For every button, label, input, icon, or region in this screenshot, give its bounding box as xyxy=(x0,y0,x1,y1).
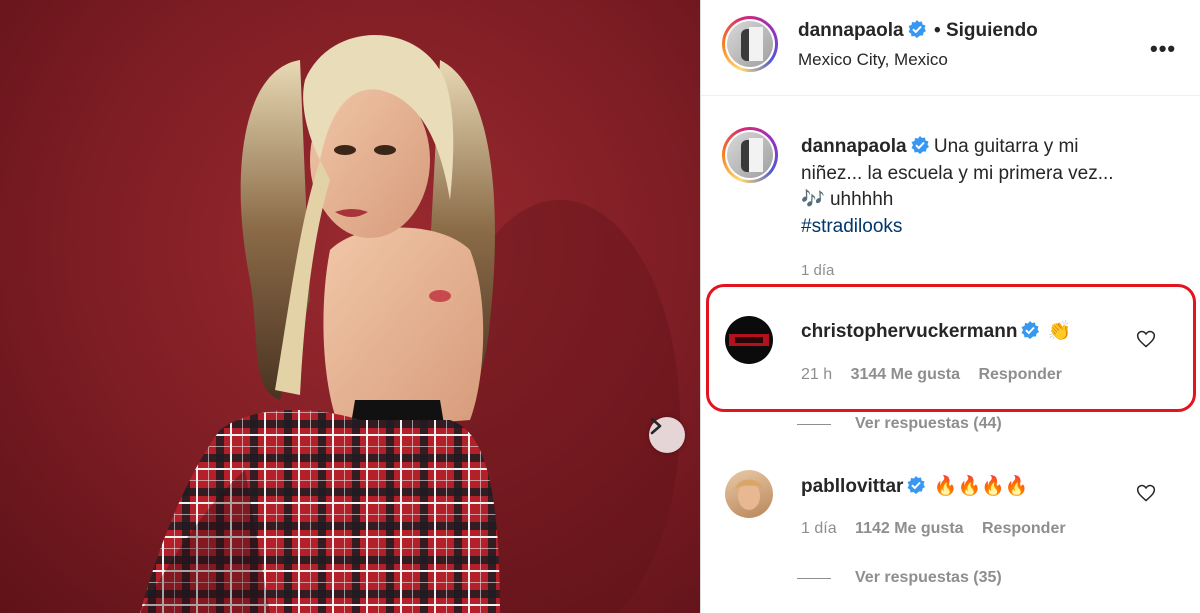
photo-illustration xyxy=(140,35,680,613)
caption-line-3: uhhhhh xyxy=(829,189,894,210)
caption-line-1: Una guitarra y mi xyxy=(933,136,1079,157)
comment-likes[interactable]: 1142 Me gusta xyxy=(855,520,964,537)
hashtag-link[interactable]: #stradilooks xyxy=(801,216,902,237)
post-photo[interactable] xyxy=(0,0,700,613)
reply-button[interactable]: Responder xyxy=(982,520,1066,537)
verified-badge-icon xyxy=(908,20,926,38)
comment-body: pabllovittar 🔥🔥🔥🔥 xyxy=(801,474,1029,498)
comment-username[interactable]: pabllovittar xyxy=(801,476,903,497)
post-header: dannapaola • Siguiendo Mexico City, Mexi… xyxy=(701,0,1200,96)
view-replies-button[interactable]: Ver respuestas (35) xyxy=(797,569,1002,587)
post-timestamp[interactable]: 1 día xyxy=(801,262,834,279)
view-replies-label: Ver respuestas (44) xyxy=(855,415,1002,432)
comment-avatar[interactable] xyxy=(725,470,773,518)
more-options-icon[interactable]: ••• xyxy=(1150,36,1176,62)
post-location[interactable]: Mexico City, Mexico xyxy=(798,50,948,70)
view-replies-label: Ver respuestas (35) xyxy=(855,569,1002,586)
caption-author-avatar[interactable] xyxy=(722,127,778,183)
follow-status-button[interactable]: • Siguiendo xyxy=(934,20,1038,41)
replies-divider xyxy=(797,423,831,425)
verified-badge-icon xyxy=(911,136,929,154)
post-caption: dannapaola Una guitarra y mi niñez... la… xyxy=(801,134,1161,240)
fire-emoji: 🔥🔥🔥🔥 xyxy=(933,476,1029,497)
heart-icon[interactable] xyxy=(1136,483,1156,503)
author-avatar[interactable] xyxy=(722,16,778,72)
replies-divider xyxy=(797,577,831,579)
author-username[interactable]: dannapaola xyxy=(798,20,904,41)
caption-author-username[interactable]: dannapaola xyxy=(801,136,907,157)
music-notes-emoji: 🎶 xyxy=(801,189,825,210)
verified-badge-icon xyxy=(907,476,926,494)
view-replies-button[interactable]: Ver respuestas (44) xyxy=(797,415,1002,433)
highlight-annotation xyxy=(706,284,1196,412)
comment-meta: 1 día 1142 Me gusta Responder xyxy=(801,520,1080,538)
comment-time[interactable]: 1 día xyxy=(801,520,837,537)
caption-line-2: niñez... la escuela y mi primera vez... xyxy=(801,162,1114,184)
next-photo-button[interactable] xyxy=(649,417,685,453)
chevron-right-icon xyxy=(650,417,662,435)
